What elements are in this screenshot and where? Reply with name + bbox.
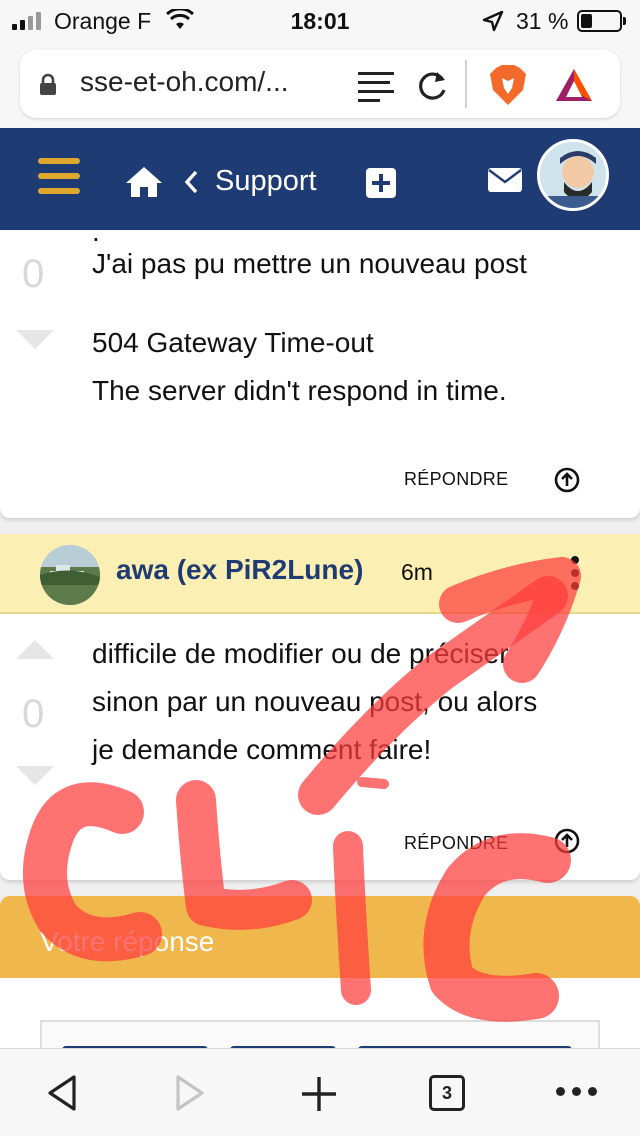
user-avatar[interactable] [537, 139, 609, 211]
mail-icon[interactable] [488, 168, 522, 192]
author-avatar[interactable] [40, 545, 100, 605]
browser-bottom-toolbar: 3 [0, 1048, 640, 1136]
post-text-line: difficile de modifier ou de préciser [92, 638, 509, 669]
browser-toolbar: sse-et-oh.com/... [0, 42, 640, 128]
brave-shields-icon[interactable] [488, 64, 528, 106]
scroll-up-icon[interactable] [554, 828, 580, 854]
tabs-button[interactable]: 3 [429, 1075, 465, 1111]
kebab-menu-icon[interactable] [568, 556, 582, 590]
reader-mode-icon[interactable] [358, 70, 396, 102]
battery-icon [577, 10, 626, 32]
answer-header: Votre réponse [0, 896, 640, 978]
back-arrow-icon[interactable] [46, 1075, 78, 1111]
scroll-up-icon[interactable] [554, 467, 580, 493]
page-title[interactable]: Support [215, 165, 317, 198]
reply-button[interactable]: RÉPONDRE [404, 833, 508, 854]
hamburger-menu-icon[interactable] [38, 158, 80, 196]
rewards-icon[interactable] [554, 67, 594, 103]
post-text-line: je demande comment faire! [92, 734, 432, 765]
new-tab-icon[interactable] [300, 1075, 338, 1113]
reload-icon[interactable] [415, 68, 449, 102]
forward-arrow-icon[interactable] [174, 1075, 206, 1111]
answer-editor-area [0, 978, 640, 1080]
vote-count: 0 [22, 252, 45, 296]
downvote-button[interactable] [16, 330, 54, 349]
lock-icon [40, 73, 56, 95]
clipped-text: . [92, 230, 100, 247]
battery-percent: 31 % [516, 8, 569, 34]
home-icon[interactable] [125, 166, 163, 198]
answer-title: Votre réponse [40, 926, 215, 957]
location-arrow-icon [482, 10, 504, 32]
toolbar-separator [465, 60, 467, 108]
new-post-button[interactable] [366, 168, 396, 198]
post-text-line: sinon par un nouveau post, ou alors [92, 686, 538, 717]
more-options-icon[interactable] [556, 1087, 598, 1097]
post-card: 0 difficile de modifier ou de préciser s… [0, 614, 640, 880]
address-bar[interactable]: sse-et-oh.com/... [20, 50, 620, 118]
post-time: 6m [401, 559, 433, 585]
post-text-line: The server didn't respond in time. [92, 375, 507, 406]
author-name[interactable]: awa (ex PiR2Lune) [116, 554, 363, 586]
vote-count: 0 [22, 692, 45, 736]
post-text-line: J'ai pas pu mettre un nouveau post [92, 248, 527, 279]
url-text[interactable]: sse-et-oh.com/... [80, 66, 350, 98]
downvote-button[interactable] [16, 766, 54, 785]
status-bar: Orange F 18:01 31 % [0, 0, 640, 42]
post-text-line: 504 Gateway Time-out [92, 327, 374, 358]
reply-button[interactable]: RÉPONDRE [404, 469, 508, 490]
upvote-button[interactable] [16, 640, 54, 659]
post-header: awa (ex PiR2Lune) 6m [0, 534, 640, 614]
chevron-left-icon[interactable] [182, 168, 200, 196]
post-card: . 0 J'ai pas pu mettre un nouveau post 5… [0, 230, 640, 518]
